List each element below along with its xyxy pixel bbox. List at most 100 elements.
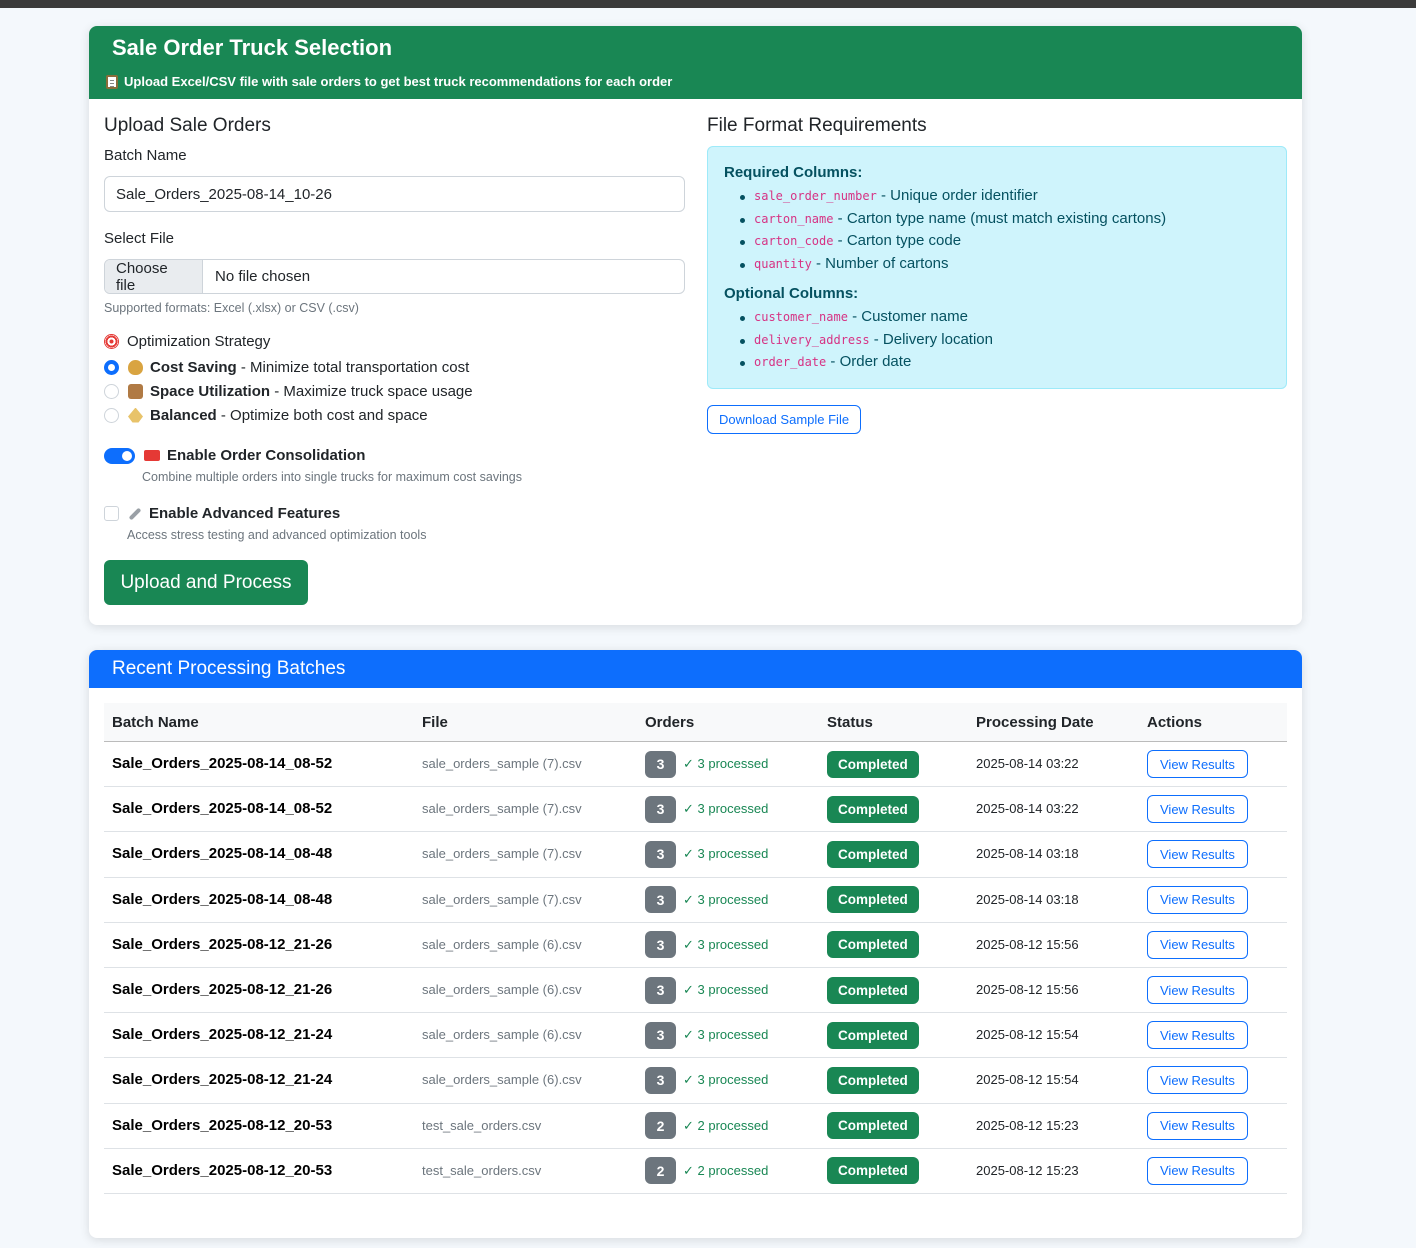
strategy-label-text: Optimization Strategy <box>127 333 271 350</box>
list-item: quantity - Number of cartons <box>737 253 1270 276</box>
view-results-button[interactable]: View Results <box>1147 795 1248 824</box>
batches-card: Recent Processing Batches Batch Name Fil… <box>89 650 1302 1238</box>
list-item: carton_name - Carton type name (must mat… <box>737 208 1270 231</box>
batch-name: Sale_Orders_2025-08-12_21-24 <box>112 1026 333 1044</box>
column-code: carton_code <box>754 234 834 248</box>
order-count-badge: 2 <box>645 1112 676 1140</box>
optional-list: customer_name - Customer name delivery_a… <box>737 306 1270 374</box>
batch-name: Sale_Orders_2025-08-14_08-48 <box>112 890 333 908</box>
money-bag-icon <box>128 359 143 375</box>
strategy-desc: - Minimize total transportation cost <box>236 358 470 376</box>
strategy-radio-group: Cost Saving - Minimize total transportat… <box>104 355 685 427</box>
batch-name-label: Batch Name <box>104 147 187 164</box>
strategy-option-cost-saving[interactable]: Cost Saving - Minimize total transportat… <box>104 355 685 379</box>
list-item: sale_order_number - Unique order identif… <box>737 185 1270 208</box>
processing-date: 2025-08-12 15:54 <box>976 1072 1079 1088</box>
column-code: delivery_address <box>754 332 870 347</box>
download-sample-button[interactable]: Download Sample File <box>707 405 862 434</box>
consolidation-help: Combine multiple orders into single truc… <box>142 470 522 484</box>
batch-name: Sale_Orders_2025-08-14_08-48 <box>112 845 333 863</box>
column-header: Batch Name <box>112 713 199 731</box>
column-header: Actions <box>1147 713 1203 731</box>
consolidation-label: Enable Order Consolidation <box>167 447 366 464</box>
view-results-button[interactable]: View Results <box>1147 1111 1248 1140</box>
batch-name: Sale_Orders_2025-08-12_21-24 <box>112 1071 333 1089</box>
strategy-name: Balanced <box>150 406 217 424</box>
order-count-badge: 2 <box>645 1157 676 1185</box>
table-row: Sale_Orders_2025-08-12_21-24 sale_orders_… <box>104 1058 1287 1104</box>
view-results-button[interactable]: View Results <box>1147 750 1248 779</box>
status-badge: Completed <box>827 931 919 959</box>
status-badge: Completed <box>827 1021 919 1049</box>
column-header: Processing Date <box>976 713 1094 731</box>
order-count-badge: 3 <box>645 886 676 914</box>
column-header: Status <box>827 713 873 731</box>
column-desc: - Carton type name (must match existing … <box>833 209 1167 227</box>
view-results-button[interactable]: View Results <box>1147 930 1248 959</box>
table-row: Sale_Orders_2025-08-14_08-52 sale_orders_… <box>104 787 1287 833</box>
processed-text: ✓ 2 processed <box>683 1117 769 1133</box>
radio-balanced[interactable] <box>104 407 119 423</box>
no-file-text: No file chosen <box>215 268 311 285</box>
radio-cost-saving[interactable] <box>104 359 119 375</box>
list-item: carton_code - Carton type code <box>737 230 1270 253</box>
view-results-button[interactable]: View Results <box>1147 976 1248 1005</box>
processing-date: 2025-08-12 15:23 <box>976 1117 1079 1133</box>
status-badge: Completed <box>827 976 919 1004</box>
column-code: carton_name <box>754 211 834 226</box>
file-name: test_sale_orders.csv <box>422 1162 542 1178</box>
processed-text: ✓ 3 processed <box>683 936 769 952</box>
strategy-name: Space Utilization <box>150 382 271 400</box>
file-name: sale_orders_sample (7).csv <box>422 891 582 907</box>
table-row: Sale_Orders_2025-08-14_08-48 sale_orders_… <box>104 832 1287 878</box>
upload-process-button[interactable]: Upload and Process <box>104 560 308 605</box>
upload-section-title: Upload Sale Orders <box>104 115 271 136</box>
processed-text: ✓ 3 processed <box>683 1072 769 1088</box>
view-results-button[interactable]: View Results <box>1147 840 1248 869</box>
file-requirements: File Format Requirements Required Column… <box>707 114 1287 434</box>
file-input[interactable]: Choose file No file chosen <box>104 259 685 294</box>
order-count-badge: 3 <box>645 840 676 868</box>
file-name: sale_orders_sample (6).csv <box>422 982 582 998</box>
order-count-badge: 3 <box>645 1021 676 1049</box>
strategy-option-balanced[interactable]: Balanced - Optimize both cost and space <box>104 403 685 427</box>
status-badge: Completed <box>827 840 919 868</box>
processing-date: 2025-08-12 15:54 <box>976 1027 1079 1043</box>
upload-card-header: Sale Order Truck Selection Upload Excel/… <box>89 26 1302 99</box>
view-results-button[interactable]: View Results <box>1147 1156 1248 1185</box>
truck-icon <box>144 450 160 461</box>
status-badge: Completed <box>827 1157 919 1185</box>
batch-name-input[interactable]: Sale_Orders_2025-08-14_10-26 <box>104 176 685 212</box>
status-badge: Completed <box>827 1066 919 1094</box>
processing-date: 2025-08-14 03:22 <box>976 756 1079 772</box>
file-name: test_sale_orders.csv <box>422 1117 542 1133</box>
formats-help: Supported formats: Excel (.xlsx) or CSV … <box>104 301 359 315</box>
upload-form: Upload Sale Orders Batch Name Sale_Order… <box>104 114 685 605</box>
required-heading: Required Columns: <box>724 164 863 181</box>
consolidation-toggle[interactable] <box>104 447 135 464</box>
column-header: Orders <box>645 713 695 731</box>
table-row: Sale_Orders_2025-08-12_21-24 sale_orders_… <box>104 1013 1287 1059</box>
view-results-button[interactable]: View Results <box>1147 1066 1248 1095</box>
table-row: Sale_Orders_2025-08-14_08-48 sale_orders_… <box>104 878 1287 923</box>
radio-space-utilization[interactable] <box>104 383 119 399</box>
batches-table: Batch Name File Orders Status Processing… <box>104 703 1287 1194</box>
batches-title: Recent Processing Batches <box>89 650 1302 688</box>
column-header: File <box>422 713 448 731</box>
processed-text: ✓ 2 processed <box>683 1162 769 1178</box>
list-item: customer_name - Customer name <box>737 306 1270 329</box>
advanced-checkbox[interactable] <box>104 506 119 521</box>
requirements-title: File Format Requirements <box>707 115 927 136</box>
page-subtitle: Upload Excel/CSV file with sale orders t… <box>106 74 1279 90</box>
processing-date: 2025-08-12 15:56 <box>976 982 1079 998</box>
view-results-button[interactable]: View Results <box>1147 1021 1248 1050</box>
strategy-name: Cost Saving <box>150 358 237 376</box>
requirements-box: Required Columns: sale_order_number - Un… <box>707 146 1287 389</box>
processing-date: 2025-08-14 03:22 <box>976 801 1079 817</box>
strategy-option-space-utilization[interactable]: Space Utilization - Maximize truck space… <box>104 379 685 403</box>
view-results-button[interactable]: View Results <box>1147 885 1248 914</box>
choose-file-button[interactable]: Choose file <box>105 260 203 293</box>
target-icon <box>104 334 119 349</box>
advanced-help: Access stress testing and advanced optim… <box>127 528 427 542</box>
column-code: sale_order_number <box>754 189 877 203</box>
